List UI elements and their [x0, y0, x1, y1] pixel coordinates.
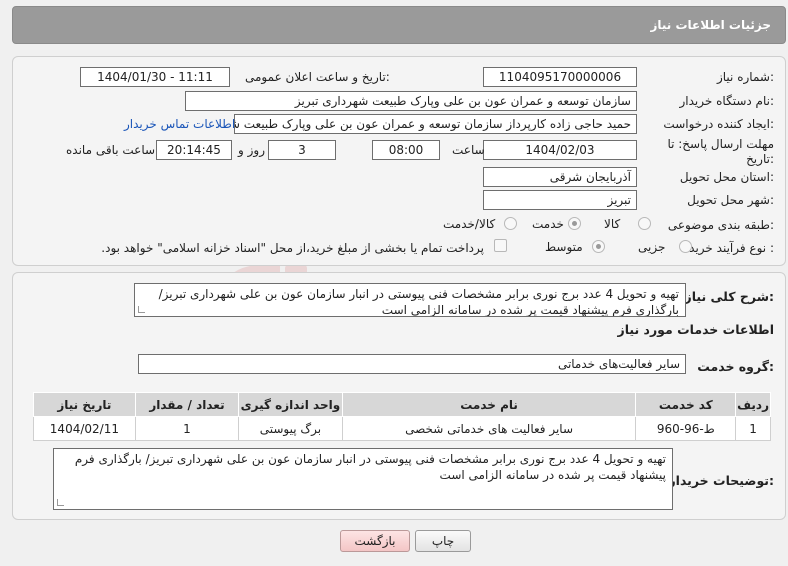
requester-label: ایجاد کننده درخواست: — [663, 117, 774, 131]
resize-handle[interactable] — [57, 499, 64, 506]
col-quantity: تعداد / مقدار — [134, 392, 240, 417]
buyer-org-field: سازمان توسعه و عمران عون بن علی وپارک طب… — [185, 91, 637, 111]
col-unit: واحد اندازه گیری — [238, 392, 343, 417]
need-number-label: شماره نیاز: — [716, 70, 774, 84]
announce-date-label: تاریخ و ساعت اعلان عمومی: — [245, 70, 390, 84]
resize-handle[interactable] — [138, 306, 145, 313]
process-medium-radio[interactable] — [592, 240, 605, 253]
service-group-label: گروه خدمت: — [697, 359, 774, 374]
announce-date-field: 1404/01/30 - 11:11 — [80, 67, 230, 87]
summary-text: تهیه و تحویل 4 عدد برج نوری برابر مشخصات… — [158, 287, 679, 317]
category-goods-service-radio[interactable] — [504, 217, 517, 230]
table-header-row: ردیف کد خدمت نام خدمت واحد اندازه گیری ت… — [33, 392, 771, 417]
remaining-time-field: 20:14:45 — [156, 140, 232, 160]
buyer-notes-text: تهیه و تحویل 4 عدد برج نوری برابر مشخصات… — [74, 452, 666, 482]
remaining-time-label: ساعت باقی مانده — [66, 143, 156, 157]
city-field: تبریز — [483, 190, 637, 210]
col-need-date: تاریخ نیاز — [33, 392, 136, 417]
province-label: استان محل تحویل: — [679, 170, 774, 184]
process-medium-label: متوسط — [545, 240, 583, 254]
category-goods-service-label: کالا/خدمت — [443, 217, 496, 231]
process-type-label: نوع فرآیند خرید : — [689, 241, 774, 255]
cell-row-number: 1 — [735, 416, 771, 441]
category-goods-radio[interactable] — [638, 217, 651, 230]
need-number-field: 1104095170000006 — [483, 67, 637, 87]
col-service-code: کد خدمت — [635, 392, 737, 417]
summary-label: شرح کلی نیاز: — [684, 289, 775, 304]
buyer-notes-label: توضیحات خریدار: — [668, 473, 774, 488]
province-field: آذربایجان شرقی — [483, 167, 637, 187]
category-goods-label: کالا — [604, 217, 621, 231]
category-service-label: خدمت — [532, 217, 564, 231]
category-label: طبقه بندی موضوعی: — [667, 218, 774, 232]
requester-field: حمید حاجی زاده کارپرداز سازمان توسعه و ع… — [234, 114, 637, 134]
deadline-label: مهلت ارسال پاسخ: تا تاریخ: — [667, 137, 774, 166]
buyer-notes-textarea[interactable]: تهیه و تحویل 4 عدد برج نوری برابر مشخصات… — [53, 448, 673, 510]
deadline-time-field: 08:00 — [372, 140, 440, 160]
treasury-payment-note: پرداخت تمام یا بخشی از مبلغ خرید،از محل … — [101, 241, 484, 255]
print-button[interactable]: چاپ — [415, 530, 471, 552]
services-section-title: اطلاعات خدمات مورد نیاز — [617, 322, 775, 337]
col-service-name: نام خدمت — [341, 392, 637, 417]
buyer-contact-link[interactable]: اطلاعات تماس خریدار — [124, 117, 235, 131]
page-header: جزئیات اطلاعات نیاز — [12, 6, 786, 44]
page-title: جزئیات اطلاعات نیاز — [650, 18, 771, 32]
category-service-radio[interactable] — [568, 217, 581, 230]
buyer-org-label: نام دستگاه خریدار: — [679, 94, 775, 108]
treasury-payment-checkbox[interactable] — [494, 239, 507, 252]
process-minor-label: جزیی — [638, 240, 666, 254]
services-table: ردیف کد خدمت نام خدمت واحد اندازه گیری ت… — [33, 392, 771, 441]
city-label: شهر محل تحویل: — [687, 193, 774, 207]
process-minor-radio[interactable] — [679, 240, 692, 253]
days-label: روز و — [238, 143, 265, 157]
cell-service-name: سایر فعالیت های خدماتی شخصی — [341, 416, 637, 441]
cell-unit: برگ پیوستی — [238, 416, 343, 441]
cell-need-date: 1404/02/11 — [33, 416, 136, 441]
service-group-field: سایر فعالیت‌های خدماتی — [138, 354, 686, 374]
summary-textarea[interactable]: تهیه و تحویل 4 عدد برج نوری برابر مشخصات… — [134, 283, 686, 317]
days-remaining-field: 3 — [268, 140, 336, 160]
table-row: 1 ط-96-960 سایر فعالیت های خدماتی شخصی ب… — [33, 416, 771, 441]
deadline-time-label: ساعت — [452, 143, 485, 157]
col-row-number: ردیف — [735, 392, 771, 417]
cell-service-code: ط-96-960 — [635, 416, 737, 441]
cell-quantity: 1 — [134, 416, 240, 441]
deadline-date-field: 1404/02/03 — [483, 140, 637, 160]
back-button[interactable]: بازگشت — [340, 530, 410, 552]
